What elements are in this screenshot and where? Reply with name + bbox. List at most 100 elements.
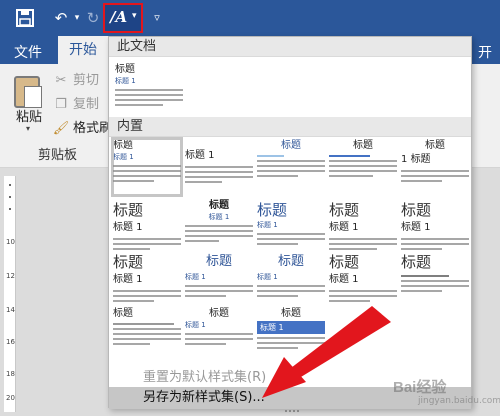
heading-number: 1 — [401, 154, 408, 165]
styles-gallery-button[interactable]: /A ▾ — [103, 3, 143, 33]
scissors-icon: ✂ — [55, 73, 67, 88]
thumbnail-rule — [329, 155, 370, 157]
thumbnail-body — [113, 165, 181, 182]
thumbnail-heading: 标题 1 — [113, 153, 134, 161]
thumbnail-heading-bar: 标题 1 — [257, 321, 325, 334]
cut-label: 剪切 — [73, 73, 100, 88]
thumbnail-body — [329, 160, 397, 177]
style-thumbnail-current[interactable]: 标题 标题 1 — [115, 63, 183, 119]
redo-icon: ↻ — [86, 9, 100, 27]
thumbnail-heading: 标题 1 — [113, 274, 143, 285]
style-thumbnail[interactable]: 标题 标题 1 — [257, 307, 325, 363]
thumbnail-title: 标题 — [401, 253, 432, 271]
thumbnail-title: 标题 — [425, 140, 445, 151]
undo-dropdown-icon[interactable]: ▾ — [72, 4, 82, 32]
tab-file[interactable]: 文件 — [14, 42, 42, 62]
thumbnail-heading: 标题 1 — [329, 222, 359, 233]
thumbnail-body — [113, 328, 181, 345]
style-thumbnail[interactable]: 标题 标题 1 — [257, 199, 325, 255]
tab-home[interactable]: 开始 — [58, 36, 108, 64]
customize-toolbar-icon[interactable]: ▿ — [150, 4, 164, 32]
style-thumbnail[interactable]: 标题 标题 1 — [401, 199, 469, 255]
thumbnail-body — [401, 238, 469, 250]
clipboard-group-label: 剪贴板 — [38, 148, 78, 163]
ruler-number: 10 — [6, 238, 15, 246]
save-icon[interactable] — [14, 4, 36, 32]
ruler-mark — [9, 196, 11, 198]
section-this-document: 此文档 — [109, 37, 471, 57]
style-thumbnail[interactable]: 标题 — [401, 251, 469, 307]
thumbnail-rule — [257, 155, 285, 157]
thumbnail-body — [401, 280, 469, 292]
thumbnail-body — [113, 290, 181, 302]
style-thumbnail[interactable]: 标题 — [257, 139, 325, 195]
thumbnail-body — [115, 89, 183, 106]
style-thumbnail[interactable]: 标题 标题 1 — [185, 251, 253, 307]
resize-grip[interactable] — [285, 410, 299, 413]
ruler-number: 16 — [6, 338, 15, 346]
style-thumbnail[interactable]: 标题 标题 1 — [329, 251, 397, 307]
thumbnail-rule — [401, 275, 449, 277]
style-thumbnail[interactable]: 标题 1 — [185, 139, 253, 195]
thumbnail-heading: 标题 1 — [401, 222, 431, 233]
style-thumbnail[interactable]: 标题 1 标题 — [401, 139, 469, 195]
style-thumbnail[interactable]: 标题 标题 1 — [329, 199, 397, 255]
thumbnail-title: 标题 — [257, 201, 288, 219]
thumbnail-heading: 标题 1 — [329, 274, 359, 285]
format-painter-label: 格式刷 — [73, 121, 113, 136]
thumbnail-title: 标题 — [329, 253, 360, 271]
thumbnail-title: 标题 — [209, 308, 229, 319]
thumbnail-title: 标题 — [329, 201, 360, 219]
ruler-mark — [9, 208, 11, 210]
font-styles-icon: /A — [110, 8, 128, 26]
thumbnail-title: 标题 — [113, 201, 144, 219]
thumbnail-heading: 标题 1 — [208, 213, 230, 221]
style-thumbnail[interactable]: 标题 标题 1 — [111, 137, 183, 197]
paste-icon[interactable] — [14, 76, 42, 108]
thumbnail-heading: 标题 1 — [113, 222, 143, 233]
undo-icon[interactable]: ↶ — [50, 4, 72, 32]
paste-dropdown-icon[interactable]: ▾ — [26, 124, 30, 133]
thumbnail-rule — [113, 323, 175, 325]
copy-icon: ❐ — [55, 97, 67, 112]
thumbnail-heading: 标题 1 — [257, 221, 278, 229]
paste-button[interactable]: 粘贴 — [16, 106, 42, 125]
ruler-number: 20 — [6, 394, 15, 402]
thumbnail-body — [185, 225, 253, 242]
ruler-mark — [9, 184, 11, 186]
title-bar: ↶ ▾ ↻ /A ▾ ▿ — [0, 0, 500, 36]
style-thumbnail[interactable]: 标题 标题 1 — [113, 199, 181, 255]
vertical-ruler: 10 12 14 16 18 20 — [4, 176, 16, 412]
thumbnail-body — [401, 170, 469, 182]
cut-button: ✂ 剪切 — [52, 70, 99, 92]
watermark: Bai经验 — [393, 379, 447, 396]
style-set-gallery: 此文档 标题 标题 1 内置 标题 标题 1 标题 1 标题 标题 标题 1 标… — [108, 36, 472, 412]
thumbnail-body — [257, 233, 325, 245]
style-thumbnail[interactable]: 标题 标题 1 — [113, 251, 181, 307]
thumbnail-body — [329, 290, 397, 302]
thumbnail-heading: 标题 1 — [115, 77, 136, 85]
thumbnail-body — [185, 166, 253, 183]
copy-label: 复制 — [73, 97, 100, 112]
ruler-number: 14 — [6, 306, 15, 314]
thumbnail-title: 标题 — [281, 140, 301, 151]
thumbnail-title: 标题 — [277, 254, 304, 269]
thumbnail-title: 标题 — [353, 140, 373, 151]
style-thumbnail[interactable]: 标题 标题 1 — [185, 199, 253, 255]
ruler-number: 18 — [6, 370, 15, 378]
thumbnail-body — [329, 238, 397, 250]
style-thumbnail[interactable]: 标题 标题 1 — [257, 251, 325, 307]
thumbnail-body — [257, 285, 325, 297]
watermark-url: jingyan.baidu.com — [418, 396, 500, 406]
thumbnail-title: 标题 — [401, 201, 432, 219]
copy-button: ❐ 复制 — [52, 94, 99, 116]
style-thumbnail[interactable]: 标题 标题 1 — [185, 307, 253, 363]
thumbnail-title: 标题 — [115, 64, 135, 75]
style-thumbnail[interactable]: 标题 — [113, 307, 181, 363]
format-painter-button[interactable]: 🖌 格式刷 — [52, 118, 112, 140]
thumbnail-numbered-heading: 1 标题 — [401, 153, 469, 167]
chevron-down-icon: ▾ — [132, 11, 137, 21]
thumbnail-title: 标题 — [113, 253, 144, 271]
thumbnail-heading: 标题 1 — [185, 150, 215, 161]
style-thumbnail[interactable]: 标题 — [329, 139, 397, 195]
